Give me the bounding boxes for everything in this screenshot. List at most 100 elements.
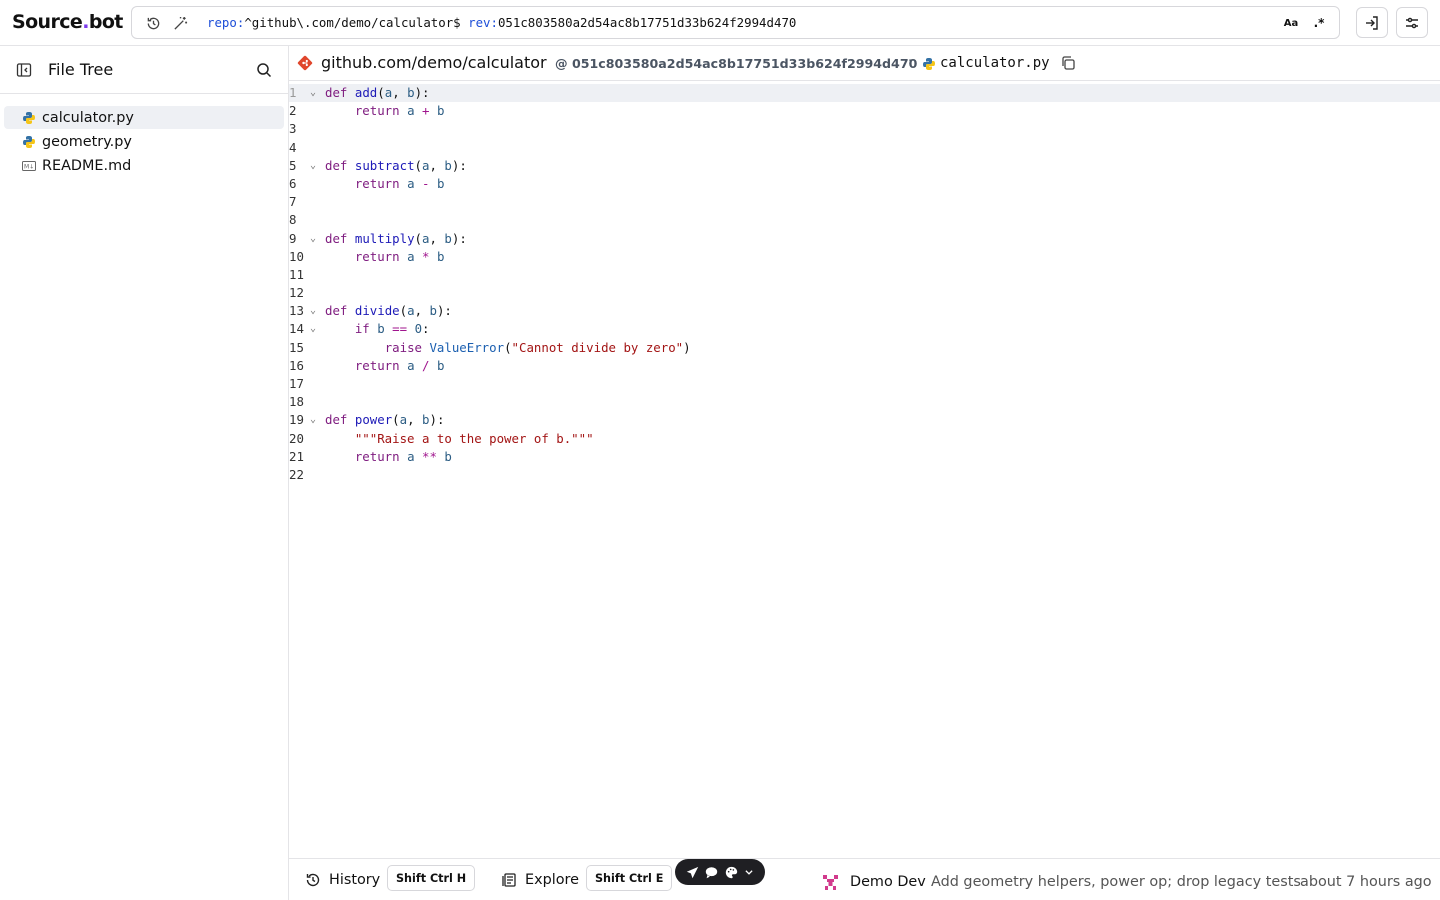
code-line[interactable]: 10 return a * b: [289, 248, 1440, 266]
palette-icon[interactable]: [725, 866, 738, 879]
search-bar[interactable]: repo:^github\.com/demo/calculator$ rev:0…: [131, 6, 1340, 39]
code-text: return a + b: [354, 103, 445, 119]
line-number: 9: [289, 230, 297, 246]
explore-icon: [502, 873, 516, 887]
code-line[interactable]: 19 ⌄ def power(a, b):: [289, 411, 1440, 429]
regex-toggle[interactable]: .*: [1309, 14, 1329, 32]
file-tree-panel: File Tree calculator.py geometry.py M↓ R…: [0, 46, 289, 900]
tree-item-label: calculator.py: [42, 109, 134, 126]
path-separator: ·: [908, 54, 913, 69]
code-line[interactable]: 12: [289, 284, 1440, 302]
revision-label[interactable]: @ 051c803580a2d54ac8b17751d33b624f2994d4…: [555, 56, 917, 71]
line-number: 12: [289, 285, 304, 301]
repo-link[interactable]: github.com/demo/calculator: [321, 53, 547, 72]
fold-chevron-icon[interactable]: ⌄: [310, 230, 316, 248]
history-shortcut: Shift Ctrl H: [387, 865, 476, 891]
avatar: [822, 874, 839, 891]
tree-item-geometry-py[interactable]: geometry.py: [4, 130, 284, 153]
tree-item-calculator-py[interactable]: calculator.py: [4, 106, 284, 129]
fold-chevron-icon[interactable]: ⌄: [310, 411, 316, 429]
line-number: 20: [289, 430, 304, 446]
line-number: 2: [289, 103, 297, 119]
sign-in-icon: [1366, 15, 1378, 30]
commit-author[interactable]: Demo Dev: [850, 874, 926, 890]
search-icon[interactable]: [256, 62, 272, 82]
file-tree-title: File Tree: [48, 60, 114, 79]
top-bar: Source.bot repo:^github\.com/demo/calcul…: [0, 0, 1440, 45]
send-icon[interactable]: [686, 866, 699, 879]
history-button[interactable]: History: [305, 868, 380, 892]
code-line[interactable]: 6 return a - b: [289, 175, 1440, 193]
fold-chevron-icon[interactable]: ⌄: [310, 302, 316, 320]
line-number: 18: [289, 394, 304, 410]
search-query[interactable]: repo:^github\.com/demo/calculator$ rev:0…: [207, 15, 796, 30]
commit-message[interactable]: Add geometry helpers, power op; drop leg…: [931, 874, 1301, 890]
fold-chevron-icon[interactable]: ⌄: [310, 320, 316, 338]
code-line[interactable]: 5 ⌄ def subtract(a, b):: [289, 157, 1440, 175]
line-number: 11: [289, 266, 304, 282]
line-number: 10: [289, 248, 304, 264]
history-icon: [306, 873, 320, 887]
line-number: 17: [289, 376, 304, 391]
code-line[interactable]: 15 raise ValueError("Cannot divide by ze…: [289, 339, 1440, 357]
code-line[interactable]: 21 return a ** b: [289, 448, 1440, 466]
explore-button[interactable]: Explore: [501, 868, 579, 892]
history-icon[interactable]: [143, 13, 163, 33]
fold-chevron-icon[interactable]: ⌄: [310, 84, 316, 102]
comment-icon[interactable]: [705, 866, 718, 879]
line-number: 3: [289, 121, 297, 137]
code-text: """Raise a to the power of b.""": [354, 430, 594, 446]
line-number: 22: [289, 466, 304, 482]
magic-wand-icon[interactable]: [170, 13, 190, 33]
code-line[interactable]: 20 """Raise a to the power of b.""": [289, 430, 1440, 448]
code-line[interactable]: 14 ⌄ if b == 0:: [289, 320, 1440, 338]
code-line[interactable]: 7: [289, 193, 1440, 211]
code-line[interactable]: 1 ⌄ def add(a, b):: [289, 84, 1440, 103]
line-number: 5: [289, 157, 297, 173]
bottom-bar: History Shift Ctrl H Explore Shift Ctrl …: [289, 858, 1440, 900]
code-line[interactable]: 11: [289, 266, 1440, 284]
markdown-file-icon: M↓: [22, 159, 36, 173]
brand-logo[interactable]: Source.bot: [12, 11, 123, 33]
code-text: raise ValueError("Cannot divide by zero"…: [384, 339, 691, 355]
code-text: return a / b: [354, 357, 445, 373]
tree-item-readme-md[interactable]: M↓ README.md: [4, 154, 284, 177]
collapse-panel-icon[interactable]: [16, 62, 32, 82]
code-line[interactable]: 18: [289, 393, 1440, 411]
python-file-icon: [22, 111, 36, 125]
code-line[interactable]: 4: [289, 139, 1440, 157]
file-path[interactable]: calculator.py: [940, 55, 1050, 71]
chevron-down-icon[interactable]: [744, 867, 754, 877]
line-number: 1: [289, 85, 297, 100]
toolbar-pill[interactable]: [675, 859, 765, 885]
code-line[interactable]: 13 ⌄ def divide(a, b):: [289, 302, 1440, 320]
explore-shortcut: Shift Ctrl E: [586, 865, 673, 891]
code-line[interactable]: 17: [289, 375, 1440, 393]
line-number: 4: [289, 139, 297, 155]
copy-path-icon[interactable]: [1060, 55, 1078, 73]
line-number: 6: [289, 175, 297, 191]
line-number: 19: [289, 412, 304, 428]
code-text: def divide(a, b):: [325, 303, 452, 319]
settings-button[interactable]: [1396, 7, 1428, 38]
git-icon: [297, 55, 313, 75]
fold-chevron-icon[interactable]: ⌄: [310, 157, 316, 175]
line-number: 16: [289, 357, 304, 373]
code-line[interactable]: 9 ⌄ def multiply(a, b):: [289, 230, 1440, 248]
match-case-toggle[interactable]: Aa: [1281, 14, 1301, 32]
commit-time: about 7 hours ago: [1300, 874, 1432, 890]
svg-text:M↓: M↓: [24, 163, 34, 170]
code-area[interactable]: 1 ⌄ def add(a, b): 2 return a + b 3 4 5 ⌄ de…: [289, 84, 1440, 484]
code-text: def subtract(a, b):: [325, 157, 467, 173]
code-line[interactable]: 22: [289, 466, 1440, 484]
code-line[interactable]: 8: [289, 211, 1440, 229]
sign-in-button[interactable]: [1356, 7, 1388, 38]
code-line[interactable]: 16 return a / b: [289, 357, 1440, 375]
path-bar: github.com/demo/calculator @ 051c803580a…: [289, 46, 1440, 81]
code-text: return a - b: [354, 175, 445, 191]
code-text: return a ** b: [354, 448, 452, 464]
code-line[interactable]: 2 return a + b: [289, 102, 1440, 120]
code-line[interactable]: 3: [289, 120, 1440, 138]
line-number: 14: [289, 321, 304, 337]
code-text: if b == 0:: [354, 321, 430, 337]
